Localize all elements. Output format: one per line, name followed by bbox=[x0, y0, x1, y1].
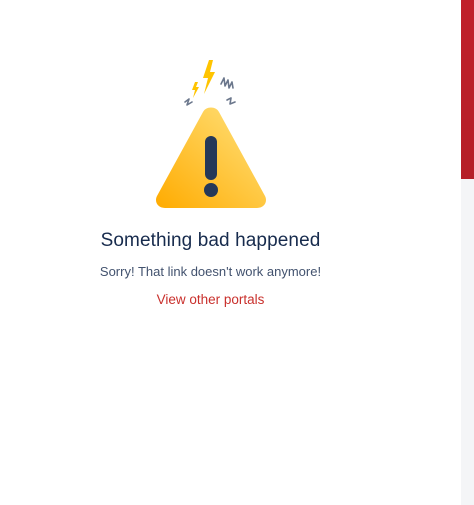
error-content: Something bad happened Sorry! That link … bbox=[0, 0, 421, 505]
error-title: Something bad happened bbox=[100, 230, 321, 251]
warning-triangle-icon bbox=[155, 60, 267, 208]
error-message: Sorry! That link doesn't work anymore! bbox=[99, 264, 322, 279]
squiggle-icon bbox=[184, 77, 236, 106]
scrollbar-thumb[interactable] bbox=[461, 0, 474, 179]
lightning-bolt-icon bbox=[192, 60, 215, 98]
scrollbar-track[interactable] bbox=[461, 0, 474, 505]
error-page: Something bad happened Sorry! That link … bbox=[0, 0, 474, 505]
view-other-portals-link[interactable]: View other portals bbox=[0, 292, 421, 307]
